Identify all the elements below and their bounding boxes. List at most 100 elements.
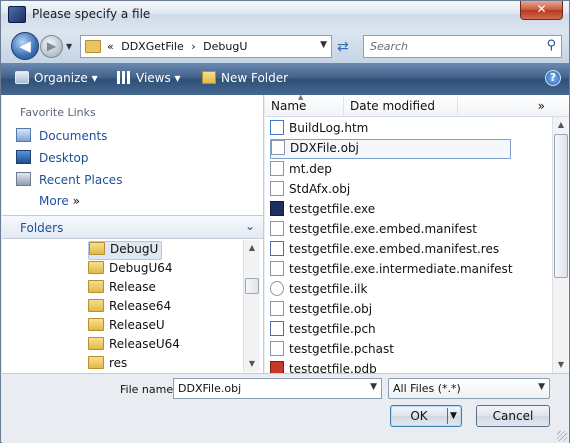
file-item[interactable]: BuildLog.htm (270, 120, 540, 140)
help-icon[interactable]: ? (545, 70, 561, 86)
tree-item-release[interactable]: Release (88, 280, 156, 299)
tree-item-releaseu64[interactable]: ReleaseU64 (88, 337, 180, 356)
file-name: testgetfile.obj (289, 302, 373, 316)
column-divider[interactable] (457, 97, 458, 115)
new-folder-button[interactable]: New Folder (202, 71, 288, 85)
address-dropdown-icon[interactable]: ▼ (320, 40, 327, 50)
more-label: More (39, 194, 69, 208)
folder-icon (88, 356, 104, 369)
resize-grip[interactable] (557, 431, 567, 441)
file-item-selected[interactable]: DDXFile.obj (270, 139, 511, 159)
organize-button[interactable]: Organize ▾ (15, 71, 98, 85)
file-icon (270, 221, 284, 236)
file-name: testgetfile.exe.intermediate.manifest (289, 262, 513, 276)
file-item[interactable]: testgetfile.exe.embed.manifest.res (270, 241, 540, 261)
address-input[interactable]: « DDXGetFile › DebugU ▼ (80, 35, 332, 58)
chevron-down-icon[interactable]: ▼ (538, 382, 545, 392)
breadcrumb-overflow[interactable]: « (107, 40, 114, 53)
file-item[interactable]: testgetfile.ilk (270, 281, 540, 301)
favorite-documents[interactable]: Documents (16, 128, 216, 146)
tree-item-label: Release (109, 280, 156, 294)
chevron-down-icon[interactable]: ▼ (370, 382, 377, 392)
breadcrumb-ddxgetfile[interactable]: DDXGetFile (121, 40, 184, 53)
tree-item-releaseu[interactable]: ReleaseU (88, 318, 165, 337)
column-divider[interactable] (343, 97, 344, 115)
cancel-button[interactable]: Cancel (476, 405, 550, 427)
folders-header[interactable]: Folders ⌄ (2, 215, 263, 239)
views-icon (117, 71, 131, 84)
desktop-icon (16, 150, 31, 164)
column-date-modified[interactable]: Date modified (350, 99, 435, 113)
file-item[interactable]: testgetfile.exe.intermediate.manifest (270, 261, 540, 281)
tree-item-label: Release64 (109, 299, 172, 313)
file-dialog-window: Please specify a file ✕ ◀ ▶ ▼ « DDXGetFi… (0, 0, 570, 443)
file-item[interactable]: StdAfx.obj (270, 181, 540, 201)
search-input[interactable]: Search ⚲ (363, 35, 562, 58)
file-name: testgetfile.exe.embed.manifest (289, 222, 477, 236)
search-icon[interactable]: ⚲ (546, 38, 556, 53)
tree-item-debugu64[interactable]: DebugU64 (88, 261, 173, 280)
scroll-up-icon[interactable]: ▲ (553, 117, 569, 133)
folder-icon (88, 337, 104, 350)
folders-scrollbar[interactable]: ▲ ▼ (243, 240, 260, 372)
file-item[interactable]: testgetfile.exe (270, 201, 540, 221)
chevron-down-icon[interactable]: ⌄ (245, 219, 255, 233)
tree-item-debugu[interactable]: DebugU (88, 241, 163, 260)
organize-label: Organize (34, 71, 88, 85)
tree-item-release64[interactable]: Release64 (88, 299, 171, 318)
views-button[interactable]: Views ▾ (117, 71, 181, 85)
file-icon (270, 161, 284, 176)
folder-icon (88, 299, 104, 312)
column-header: Name ▲ Date modified » (265, 93, 569, 117)
address-bar-area: ◀ ▶ ▼ « DDXGetFile › DebugU ▼ ⇄ Search ⚲ (1, 29, 569, 63)
file-icon (270, 341, 284, 356)
back-button[interactable]: ◀ (11, 32, 39, 60)
favorite-desktop[interactable]: Desktop (16, 150, 216, 168)
file-name: BuildLog.htm (289, 121, 369, 135)
refresh-icon[interactable]: ⇄ (337, 39, 349, 55)
file-item[interactable]: testgetfile.obj (270, 301, 540, 321)
file-item[interactable]: testgetfile.pch (270, 321, 540, 341)
file-item[interactable]: testgetfile.pchast (270, 341, 540, 361)
scroll-down-icon[interactable]: ▼ (553, 357, 569, 373)
recent-pages-dropdown[interactable]: ▼ (66, 42, 75, 51)
tree-item-label: DebugU64 (109, 261, 173, 275)
file-name-label: File name: (120, 383, 177, 396)
breadcrumb: « DDXGetFile › DebugU (107, 40, 251, 53)
views-label: Views (136, 71, 171, 85)
file-name-value[interactable]: DDXFile.obj (178, 382, 241, 395)
favorite-documents-label: Documents (39, 129, 108, 143)
obj-file-icon (270, 181, 284, 196)
breadcrumb-debugu[interactable]: DebugU (203, 40, 247, 53)
ok-button[interactable]: OK ▼ (390, 405, 462, 427)
tree-item-label: res (109, 356, 128, 370)
scroll-up-icon[interactable]: ▲ (244, 240, 260, 256)
file-item[interactable]: mt.dep (270, 161, 540, 181)
scroll-thumb[interactable] (245, 278, 259, 294)
documents-icon (16, 128, 31, 142)
scroll-thumb[interactable] (554, 134, 568, 278)
more-chevron-icon: » (72, 194, 80, 208)
folder-icon (85, 40, 101, 53)
scroll-down-icon[interactable]: ▼ (244, 356, 260, 372)
file-name: StdAfx.obj (289, 182, 351, 196)
favorite-recent-places[interactable]: Recent Places (16, 172, 216, 190)
obj-file-icon (270, 301, 284, 316)
close-button[interactable]: ✕ (520, 1, 563, 20)
file-name-combobox[interactable]: DDXFile.obj ▼ (173, 378, 382, 399)
organize-icon (15, 71, 29, 84)
files-scrollbar[interactable]: ▲ ▼ (552, 117, 569, 373)
more-links-button[interactable]: More » (39, 194, 239, 212)
forward-button[interactable]: ▶ (40, 35, 63, 58)
ok-dropdown-icon[interactable]: ▼ (450, 406, 457, 426)
file-name: testgetfile.ilk (289, 282, 368, 296)
dialog-footer: File name: DDXFile.obj ▼ All Files (*.*)… (2, 373, 569, 443)
html-file-icon (270, 120, 284, 135)
more-columns-icon[interactable]: » (538, 99, 545, 113)
file-item[interactable]: testgetfile.pdb (270, 361, 540, 373)
file-type-select[interactable]: All Files (*.*) ▼ (388, 378, 550, 399)
breadcrumb-separator[interactable]: › (191, 40, 195, 53)
res-file-icon (270, 241, 284, 256)
file-item[interactable]: testgetfile.exe.embed.manifest (270, 221, 540, 241)
column-name[interactable]: Name (271, 99, 306, 113)
